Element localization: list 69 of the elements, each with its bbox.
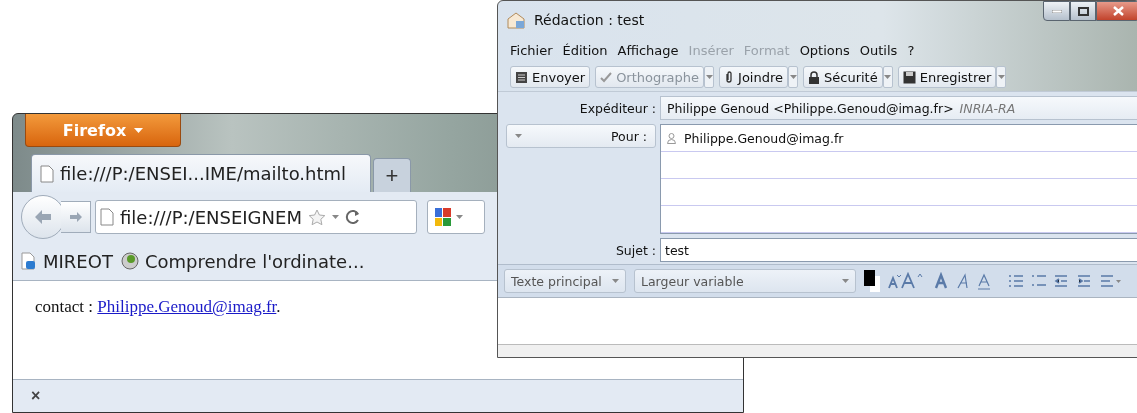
document-icon [40,164,54,183]
message-body[interactable] [498,297,1137,344]
close-button[interactable] [1096,1,1137,21]
account-name: INRIA-RA [959,100,1016,116]
caret-icon [134,127,144,133]
bookmark-link[interactable]: Comprendre l'ordinate... [120,250,365,272]
forward-arrow-icon [68,211,83,223]
caret-icon [612,279,619,283]
menu-item[interactable]: Fichier [510,43,553,63]
toolbar-button[interactable]: Envoyer [510,66,591,88]
caret-icon [331,215,339,219]
font-dropdown[interactable]: Largeur variable [634,269,856,293]
toolbar-button[interactable]: Enregistrer [897,66,997,88]
menu-item[interactable]: ? [907,43,915,63]
minimize-icon [1051,9,1062,13]
dropdown-button[interactable] [788,66,798,88]
address-text: file:///P:/ENSEIGNEM [120,206,302,228]
recipient-type-button[interactable]: Pour : [506,124,656,148]
recipient-address: Philippe.Genoud@imag.fr [684,130,844,146]
document-icon [100,208,114,226]
recipient-list[interactable]: Philippe.Genoud@imag.fr [660,124,1137,234]
caret-icon [842,279,849,283]
star-icon [307,208,326,226]
maximize-button[interactable] [1070,1,1096,21]
paperclip-icon [724,70,735,84]
padlock-icon [808,70,820,84]
menu-item[interactable]: Options [799,43,850,63]
dropdown-button[interactable] [882,66,893,88]
reload-icon [344,209,361,225]
align-icon [1100,274,1122,288]
new-tab-button[interactable]: + [373,158,411,192]
paragraph-style-dropdown[interactable]: Texte principal [504,269,626,293]
checkmark-icon [600,71,613,83]
caret-icon [705,75,713,79]
subject-field[interactable]: test [660,238,1137,262]
close-button[interactable]: × [31,387,41,405]
bookmark-link[interactable]: MIREOT [21,250,113,272]
contact-text: contact : Philippe.Genoud@imag.fr. [35,297,281,316]
envelope-stack-icon [515,70,528,84]
menu-item[interactable]: Édition [562,43,608,63]
document-icon [21,252,37,270]
person-icon [667,132,676,144]
sender-label: Expéditeur : [579,100,656,116]
dropdown-button[interactable] [996,66,1007,88]
caret-icon [884,75,892,79]
caret-icon [997,75,1005,79]
menu-item[interactable]: Affichage [617,43,679,63]
toolbar-button[interactable]: Joindre [719,66,788,88]
caret-icon [515,134,522,138]
browser-tab[interactable]: file:///P:/ENSEI...IME/mailto.html [31,154,371,192]
email-link[interactable]: Philippe.Genoud@imag.fr [97,297,277,316]
maximize-icon [1077,6,1089,16]
search-engine-icon [434,207,452,227]
sender-select[interactable]: Philippe Genoud <Philippe.Genoud@imag.fr> INRIA-RA [660,96,1137,120]
search-field[interactable] [427,200,485,234]
subject-label: Sujet : [615,242,656,258]
toolbar-button[interactable]: Sécurité [803,66,883,88]
text-color-icon [864,270,880,292]
forward-button[interactable] [61,201,91,233]
menu-item[interactable]: Outils [859,43,898,63]
address-field[interactable]: file:///P:/ENSEIGNEM [95,200,417,234]
tab-title: file:///P:/ENSEI...IME/mailto.html [60,163,347,184]
back-arrow-icon [33,209,53,225]
close-icon [1112,6,1124,16]
caret-icon [789,75,797,79]
caret-icon [456,215,463,219]
window-title: Rédaction : test [534,12,645,28]
sender-value: Philippe Genoud <Philippe.Genoud@imag.fr> [667,100,954,116]
minimize-button[interactable] [1043,1,1070,21]
